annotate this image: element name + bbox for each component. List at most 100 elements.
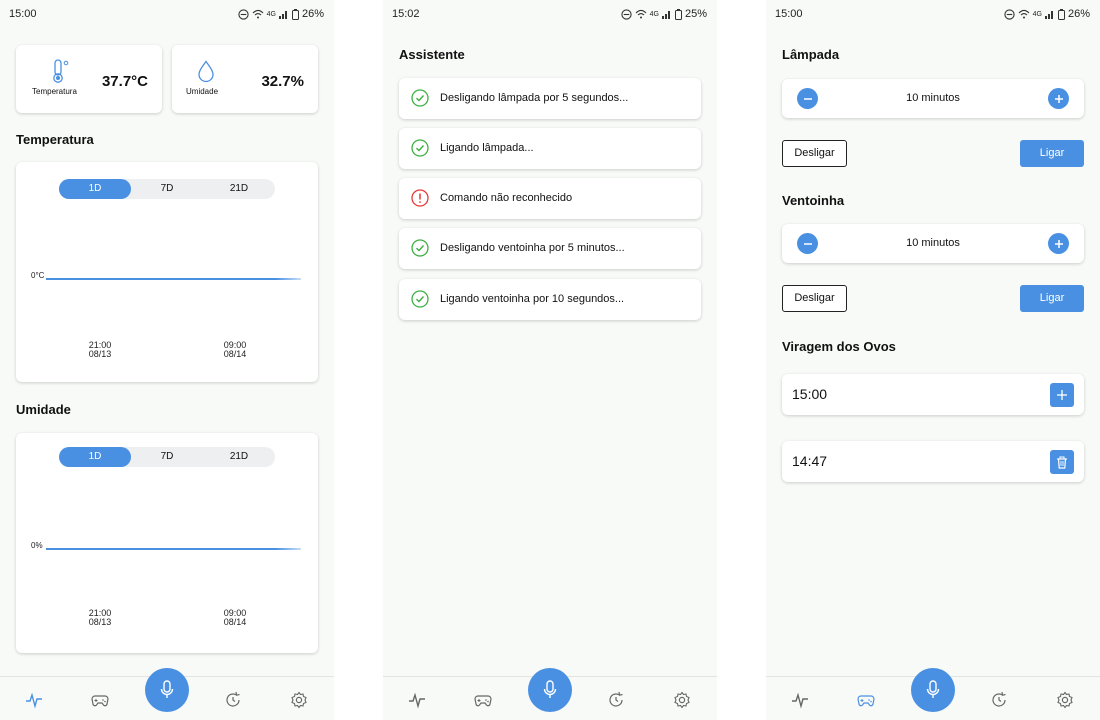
range-7d-tab[interactable]: 7D [131,447,203,467]
battery-icon [291,8,299,20]
activity-icon[interactable] [25,691,43,709]
fan-duration-stepper: 10 minutos [782,224,1084,263]
range-1d-tab[interactable]: 1D [59,447,131,467]
humidity-value: 32.7% [261,73,304,90]
temperature-x-tick-2: 09:00 08/14 [215,341,255,359]
dnd-icon [620,8,632,20]
droplet-icon [198,60,214,82]
signal-icon [278,11,287,19]
new-time-value[interactable]: 15:00 [792,386,827,402]
network-type: 4G [266,10,276,18]
success-check-icon [411,290,429,308]
assistant-log-item: Desligando lâmpada por 5 segundos... [399,78,701,119]
lamp-on-button[interactable]: Ligar [1020,140,1084,167]
dnd-icon [237,8,249,20]
fan-off-button[interactable]: Desligar [782,285,847,312]
status-bar: 15:02 4G 25% [383,0,717,28]
temperature-range-selector: 1D 7D 21D [59,179,275,199]
lamp-duration-stepper: 10 minutos [782,79,1084,118]
humidity-range-selector: 1D 7D 21D [59,447,275,467]
wifi-icon [252,9,264,19]
assistant-screen: 15:02 4G 25% Assistente Desligando lâmpa… [383,0,717,720]
history-icon[interactable] [990,691,1008,709]
microphone-button[interactable] [145,668,189,712]
humidity-chart-card: 1D 7D 21D 0% 21:00 08/13 09:00 08/14 [16,433,318,653]
status-time: 15:02 [392,8,420,20]
egg-turning-new-time: 15:00 [782,374,1084,415]
humidity-label: Umidade [186,87,219,96]
status-time: 15:00 [9,8,37,20]
activity-icon[interactable] [408,691,426,709]
temperature-chart-card: 1D 7D 21D 0°C 21:00 08/13 09:00 08/14 [16,162,318,382]
lamp-section-title: Lâmpada [782,47,840,62]
range-21d-tab[interactable]: 21D [203,447,275,467]
lamp-off-button[interactable]: Desligar [782,140,847,167]
network-type: 4G [1032,10,1042,18]
gamepad-icon[interactable] [91,691,109,709]
trash-icon [1057,456,1067,469]
microphone-button[interactable] [528,668,572,712]
egg-turning-scheduled-time: 14:47 [782,441,1084,482]
log-text: Ligando lâmpada... [440,142,534,154]
delete-time-button[interactable] [1050,450,1074,474]
tick-date: 08/13 [88,349,112,359]
activity-icon[interactable] [791,691,809,709]
tick-date: 08/14 [223,617,247,627]
humidity-x-tick-1: 21:00 08/13 [80,609,120,627]
temperature-value: 37.7°C [101,73,148,90]
gamepad-icon[interactable] [857,691,875,709]
settings-icon[interactable] [1056,691,1074,709]
thermometer-icon [53,59,69,83]
plus-icon [1054,94,1063,103]
fan-on-button[interactable]: Ligar [1020,285,1084,312]
microphone-icon [160,680,174,698]
assistant-log-item: Ligando ventoinha por 10 segundos... [399,279,701,320]
controls-screen: 15:00 4G 26% Lâmpada 10 minutos Desligar… [766,0,1100,720]
settings-icon[interactable] [290,691,308,709]
battery-level: 26% [301,8,324,20]
success-check-icon [411,239,429,257]
plus-icon [1057,390,1067,400]
signal-icon [661,11,670,19]
range-21d-tab[interactable]: 21D [203,179,275,199]
temperature-card: Temperatura 37.7°C [16,45,162,113]
success-check-icon [411,139,429,157]
log-text: Desligando lâmpada por 5 segundos... [440,92,629,104]
history-icon[interactable] [224,691,242,709]
dashboard-screen: 15:00 4G 26% Temperatura 37.7°C Umidade … [0,0,334,720]
lamp-duration-value: 10 minutos [906,92,960,104]
fan-increase-button[interactable] [1048,233,1069,254]
temperature-section-title: Temperatura [16,132,94,147]
humidity-x-tick-2: 09:00 08/14 [215,609,255,627]
fan-section-title: Ventoinha [782,193,845,208]
log-text: Ligando ventoinha por 10 segundos... [440,293,625,305]
range-7d-tab[interactable]: 7D [131,179,203,199]
log-text: Desligando ventoinha por 5 minutos... [440,242,625,254]
assistant-log-item: Comando não reconhecido [399,178,701,219]
lamp-increase-button[interactable] [1048,88,1069,109]
gamepad-icon[interactable] [474,691,492,709]
battery-icon [1057,8,1065,20]
microphone-icon [543,680,557,698]
battery-level: 26% [1067,8,1090,20]
history-icon[interactable] [607,691,625,709]
success-check-icon [411,89,429,107]
status-time: 15:00 [775,8,803,20]
assistant-log-item: Desligando ventoinha por 5 minutos... [399,228,701,269]
temperature-x-tick-1: 21:00 08/13 [80,341,120,359]
humidity-card: Umidade 32.7% [172,45,318,113]
microphone-button[interactable] [911,668,955,712]
network-type: 4G [649,10,659,18]
settings-icon[interactable] [673,691,691,709]
fan-duration-value: 10 minutos [906,237,960,249]
range-1d-tab[interactable]: 1D [59,179,131,199]
plus-icon [1054,239,1063,248]
egg-turning-section-title: Viragem dos Ovos [782,339,896,354]
microphone-icon [926,680,940,698]
add-time-button[interactable] [1050,383,1074,407]
assistant-title: Assistente [399,47,465,62]
battery-icon [674,8,682,20]
wifi-icon [635,9,647,19]
temperature-label: Temperatura [32,87,77,96]
humidity-section-title: Umidade [16,402,71,417]
